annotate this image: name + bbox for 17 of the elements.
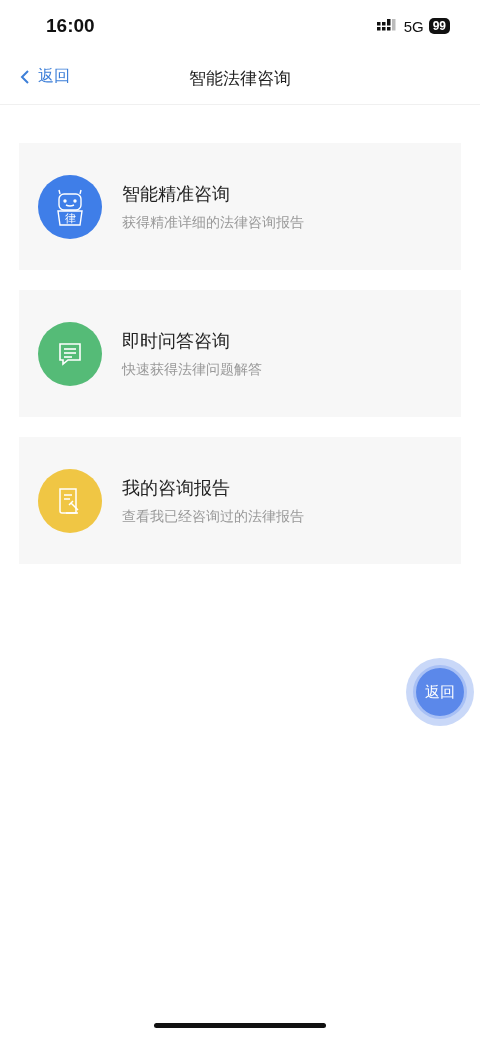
menu-card[interactable]: 即时问答咨询 快速获得法律问题解答 xyxy=(19,290,461,417)
battery-level: 99 xyxy=(428,18,450,34)
signal-icon xyxy=(376,19,399,33)
chevron-left-icon xyxy=(20,68,30,85)
card-title: 即时问答咨询 xyxy=(122,328,231,353)
robot-icon: 律 xyxy=(38,174,102,239)
menu-card[interactable]: 我的咨询报告 查看我已经咨询过的法律报告 xyxy=(19,437,461,564)
back-button[interactable]: 返回 xyxy=(20,66,70,87)
page-title: 智能法律咨询 xyxy=(189,66,291,90)
card-title: 智能精准咨询 xyxy=(122,181,231,206)
card-subtitle: 快速获得法律问题解答 xyxy=(122,360,262,379)
card-subtitle: 获得精准详细的法律咨询报告 xyxy=(122,213,304,232)
card-title: 我的咨询报告 xyxy=(122,475,231,500)
status-time: 16:00 xyxy=(46,15,95,37)
network-label: 5G xyxy=(403,17,424,35)
card-subtitle: 查看我已经咨询过的法律报告 xyxy=(122,507,304,526)
menu-card[interactable]: 律 智能精准咨询 获得精准详细的法律咨询报告 xyxy=(19,143,461,270)
